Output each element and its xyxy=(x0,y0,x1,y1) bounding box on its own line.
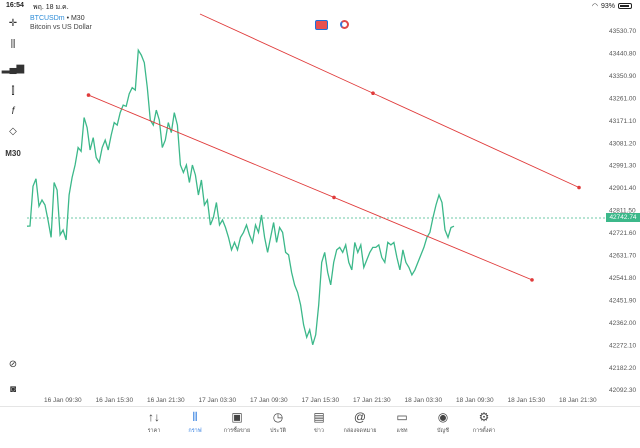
trend-channel-line[interactable] xyxy=(199,13,580,188)
time-tick-label: 18 Jan 15:30 xyxy=(508,397,546,404)
quotes-icon: ↑↓ xyxy=(148,410,160,424)
shapes-icon[interactable]: ◇ xyxy=(3,122,23,140)
time-tick-label: 17 Jan 03:30 xyxy=(199,397,237,404)
chart-icon: ⫴ xyxy=(192,410,198,424)
nav-item-history[interactable]: ◷ ประวัติ xyxy=(258,409,298,435)
symbol-title[interactable]: BTCUSDm • M30 xyxy=(30,15,85,22)
nav-label: ข่าว xyxy=(314,428,324,434)
price-tick-label: 42092.30 xyxy=(609,387,636,394)
symbol-description: Bitcoin vs US Dollar xyxy=(30,24,92,31)
price-tick-label: 43261.00 xyxy=(609,95,636,102)
trend-channel-line[interactable] xyxy=(88,94,533,281)
chat-icon: ▭ xyxy=(396,410,408,424)
nav-label: แชท xyxy=(396,428,408,434)
nav-item-chart[interactable]: ⫴ กราฟ xyxy=(175,409,215,435)
bar-chart-icon[interactable]: ▂▄▆ xyxy=(2,59,24,77)
time-tick-label: 18 Jan 21:30 xyxy=(559,397,597,404)
trend-line-anchor[interactable] xyxy=(371,91,375,95)
nav-label: ประวัติ xyxy=(269,428,287,434)
price-tick-label: 43530.70 xyxy=(609,28,636,35)
nav-item-mailbox[interactable]: @ กล่องจดหมาย xyxy=(340,409,380,435)
time-tick-label: 17 Jan 21:30 xyxy=(353,397,391,404)
nav-label: ราคา xyxy=(147,428,161,434)
timeframe-button[interactable]: M30 xyxy=(3,144,23,162)
trend-line-anchor[interactable] xyxy=(332,195,336,200)
price-tick-label: 43171.10 xyxy=(609,118,636,125)
news-icon: ▤ xyxy=(313,410,325,424)
mailbox-icon: @ xyxy=(353,410,367,424)
price-tick-label: 42362.00 xyxy=(609,320,636,327)
price-tick-label: 42182.20 xyxy=(609,365,636,372)
nav-label: บัญชี xyxy=(437,428,449,434)
price-series-line xyxy=(26,48,455,345)
time-tick-label: 16 Jan 15:30 xyxy=(96,397,134,404)
price-axis: 43530.70 43440.80 43350.90 43261.00 43171.10… xyxy=(609,28,636,394)
trade-icon: ▣ xyxy=(231,410,243,424)
time-tick-label: 17 Jan 09:30 xyxy=(250,397,288,404)
time-tick-label: 16 Jan 09:30 xyxy=(44,397,82,404)
price-tick-label: 42272.10 xyxy=(609,342,636,349)
crosshair-icon[interactable]: ✛ xyxy=(3,14,23,32)
chart-view-icon[interactable]: ⊘ xyxy=(3,355,23,373)
account-icon: ◉ xyxy=(437,410,449,424)
time-tick-label: 17 Jan 15:30 xyxy=(302,397,340,404)
price-tick-label: 43081.20 xyxy=(609,140,636,147)
time-axis: 16 Jan 09:30 16 Jan 15:30 16 Jan 21:30 17 J… xyxy=(44,397,597,404)
candlestick-icon[interactable]: ⫼ xyxy=(3,35,23,53)
bottom-nav: ↑↓ ราคา ⫴ กราฟ ▣ การซื้อขาย ◷ ประวัติ ▤ ข่าว @ กล่อ… xyxy=(0,406,640,448)
nav-label: การตั้งค่า xyxy=(472,428,496,434)
indicators-icon[interactable]: ⫿ xyxy=(3,82,23,100)
price-tick-label: 43350.90 xyxy=(609,73,636,80)
price-tick-label: 42721.60 xyxy=(609,230,636,237)
time-tick-label: 18 Jan 09:30 xyxy=(456,397,494,404)
nav-label: การซื้อขาย xyxy=(223,428,251,434)
nav-label: กล่องจดหมาย xyxy=(343,428,377,434)
one-click-trading-icon[interactable] xyxy=(315,20,328,30)
time-tick-label: 18 Jan 03:30 xyxy=(405,397,443,404)
nav-item-trade[interactable]: ▣ การซื้อขาย xyxy=(217,409,257,435)
indicator-toggle-icon[interactable] xyxy=(340,20,349,29)
history-icon: ◷ xyxy=(272,410,284,424)
function-icon[interactable]: f xyxy=(3,102,23,120)
channel-lines xyxy=(86,13,581,282)
nav-item-chat[interactable]: ▭ แชท xyxy=(382,409,422,435)
time-tick-label: 16 Jan 21:30 xyxy=(147,397,185,404)
current-price-label: 42742.74 xyxy=(606,213,640,222)
symbol-timeframe: • M30 xyxy=(64,15,85,22)
broker-logo-icon[interactable]: ◙ xyxy=(3,380,23,398)
price-tick-label: 42541.80 xyxy=(609,275,636,282)
price-tick-label: 42631.70 xyxy=(609,253,636,260)
price-chart[interactable]: 43530.70 43440.80 43350.90 43261.00 43171.10… xyxy=(0,0,640,406)
price-tick-label: 42451.90 xyxy=(609,297,636,304)
nav-item-quotes[interactable]: ↑↓ ราคา xyxy=(134,409,174,435)
symbol-code: BTCUSDm xyxy=(30,15,65,22)
price-tick-label: 43440.80 xyxy=(609,50,636,57)
price-tick-label: 42991.30 xyxy=(609,163,636,170)
nav-item-account[interactable]: ◉ บัญชี xyxy=(423,409,463,435)
trend-line-anchor[interactable] xyxy=(86,93,91,97)
price-tick-label: 42901.40 xyxy=(609,185,636,192)
trend-line-anchor[interactable] xyxy=(530,278,534,282)
nav-item-news[interactable]: ▤ ข่าว xyxy=(299,409,339,435)
settings-icon: ⚙ xyxy=(478,410,490,424)
nav-item-settings[interactable]: ⚙ การตั้งค่า xyxy=(464,409,504,435)
nav-label: กราฟ xyxy=(188,428,202,434)
trend-line-anchor[interactable] xyxy=(577,185,581,190)
left-toolbar: ✛ ⫼ ▂▄▆ ⫿ f ◇ M30 ⊘ ◙ xyxy=(0,14,26,406)
